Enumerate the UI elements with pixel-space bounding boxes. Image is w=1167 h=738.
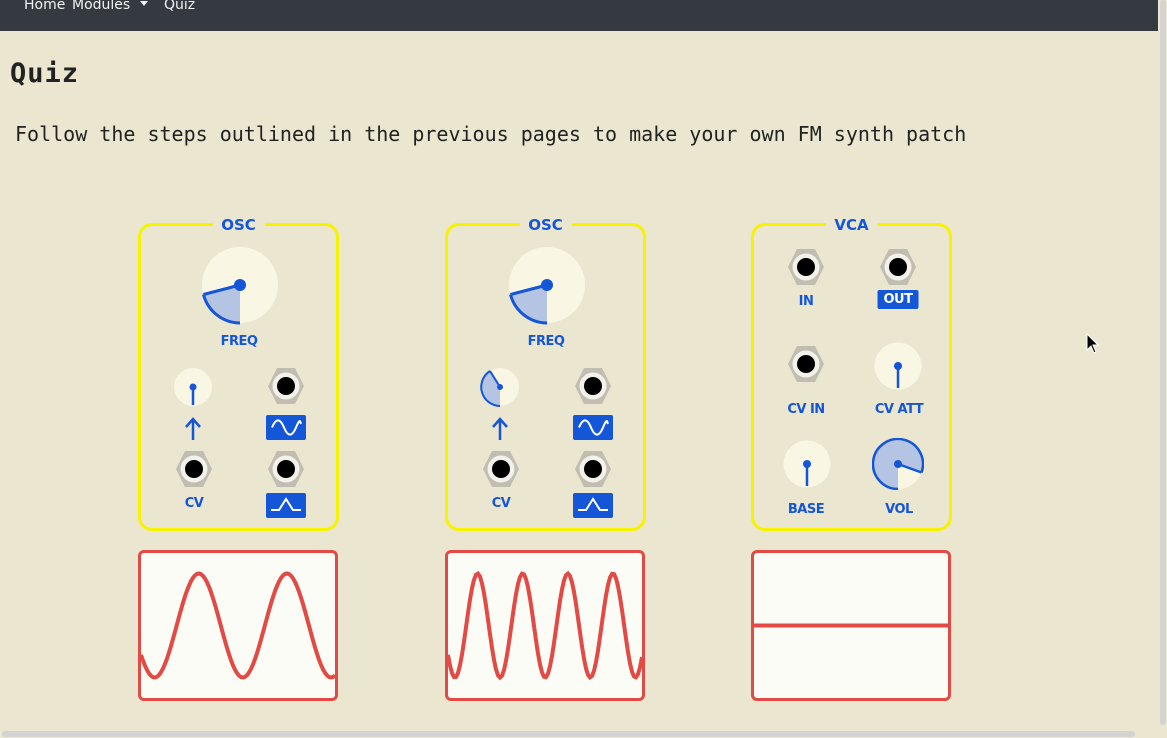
scope-osc-1 — [138, 550, 338, 701]
sine-wave-icon — [573, 415, 613, 440]
cv-in-label: CV IN — [787, 402, 825, 417]
scope-trace — [141, 571, 335, 680]
sine-output-jack[interactable] — [574, 367, 612, 405]
sine-wave-icon — [266, 415, 306, 440]
scope-trace — [448, 570, 642, 681]
vol-label: VOL — [885, 502, 913, 517]
sine-output-jack[interactable] — [267, 367, 305, 405]
cv-label: CV — [184, 496, 204, 511]
horizontal-scrollbar-thumb[interactable] — [2, 731, 1135, 737]
triangle-wave-icon — [573, 493, 613, 518]
in-label: IN — [798, 294, 814, 309]
cv-input-jack[interactable] — [175, 450, 213, 488]
nav-quiz-link[interactable]: Quiz — [164, 0, 195, 14]
base-label: BASE — [787, 502, 825, 517]
cv-input-jack[interactable] — [482, 450, 520, 488]
fm-amount-knob[interactable] — [173, 367, 213, 407]
arrow-up-icon — [492, 417, 508, 440]
nav-home-link[interactable]: Home — [24, 0, 65, 14]
freq-label: FREQ — [220, 334, 258, 349]
cv-label: CV — [491, 496, 511, 511]
scope-waveform-2 — [448, 570, 642, 681]
out-label: OUT — [877, 290, 919, 309]
fm-amount-knob[interactable] — [480, 367, 520, 407]
freq-knob[interactable] — [507, 245, 587, 325]
cv-att-knob[interactable] — [874, 342, 922, 390]
base-knob[interactable] — [783, 440, 831, 488]
scope-osc-2 — [445, 550, 645, 701]
instructions-text: Follow the steps outlined in the previou… — [15, 122, 967, 146]
osc-module-1: OSC FREQ CV — [138, 215, 339, 531]
cv-att-label: CV ATT — [874, 402, 924, 417]
scope-waveform-1 — [141, 571, 335, 680]
out-jack[interactable] — [879, 248, 917, 286]
triangle-output-jack[interactable] — [267, 450, 305, 488]
scope-waveform-3 — [754, 623, 948, 628]
navbar: Home Modules Quiz — [0, 0, 1158, 31]
triangle-output-jack[interactable] — [574, 450, 612, 488]
scope-vca — [751, 550, 951, 701]
chevron-down-icon[interactable] — [140, 1, 148, 6]
module-title: OSC — [212, 215, 265, 235]
in-jack[interactable] — [787, 248, 825, 286]
arrow-up-icon — [185, 417, 201, 440]
nav-modules-dropdown[interactable]: Modules — [72, 0, 130, 14]
vertical-scrollbar-thumb[interactable] — [1160, 0, 1166, 725]
vca-module: VCA IN OUT CV IN CV ATT BASE VOL — [751, 215, 952, 531]
vol-knob[interactable] — [872, 438, 924, 490]
cv-in-jack[interactable] — [787, 345, 825, 383]
triangle-wave-icon — [266, 493, 306, 518]
module-title: OSC — [519, 215, 572, 235]
freq-knob[interactable] — [200, 245, 280, 325]
osc-module-2: OSC FREQ CV — [445, 215, 646, 531]
freq-label: FREQ — [527, 334, 565, 349]
page-title: Quiz — [10, 58, 80, 89]
mouse-pointer-icon — [1086, 333, 1100, 354]
module-title: VCA — [825, 215, 878, 235]
